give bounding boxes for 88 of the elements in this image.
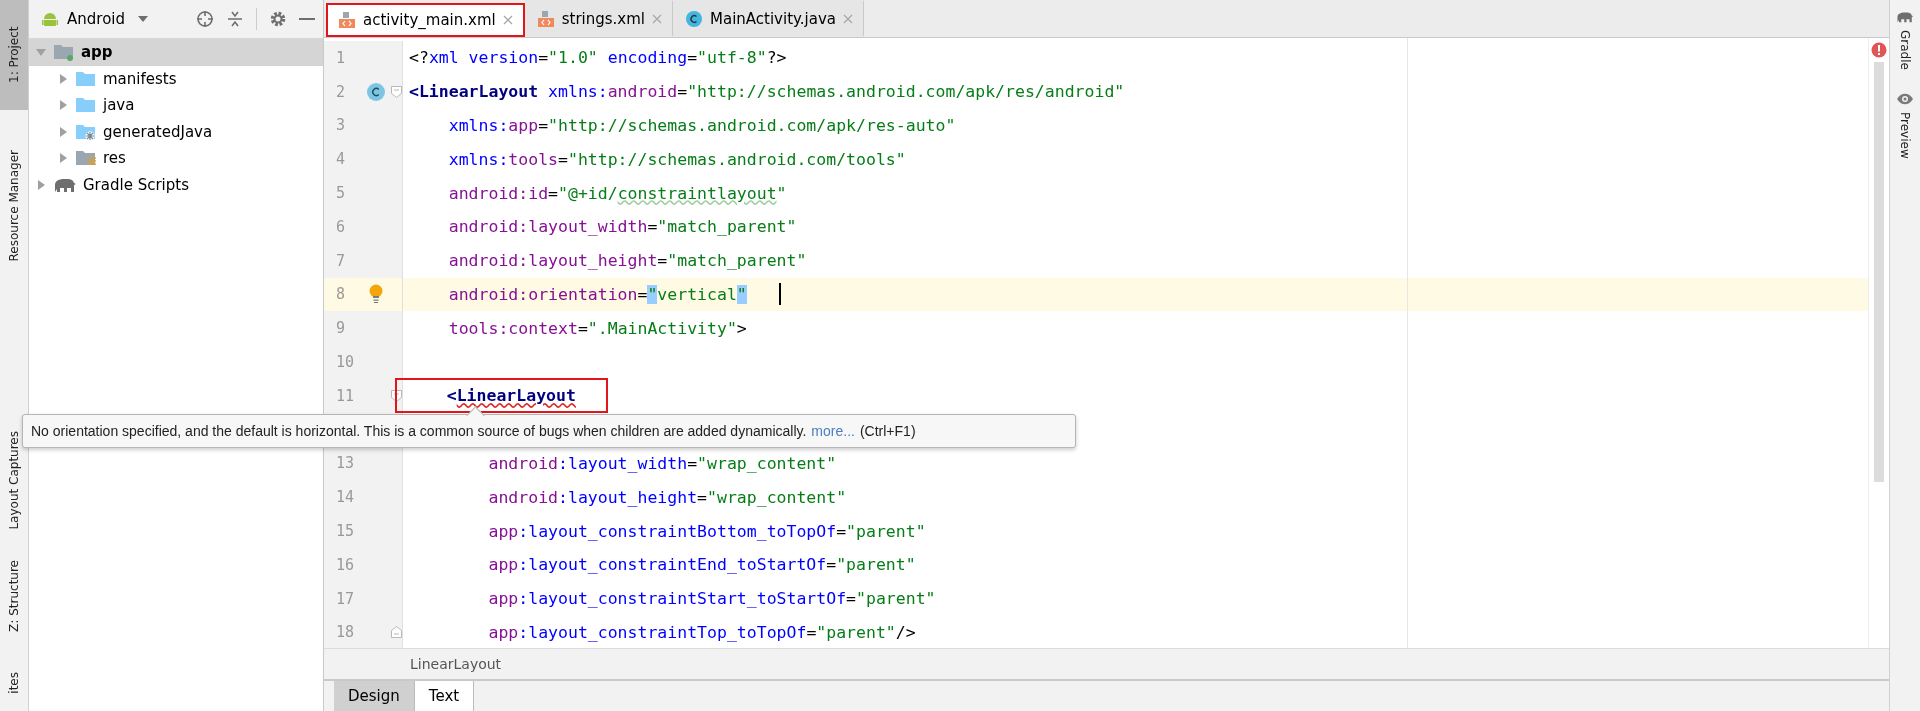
- code-line: app:layout_constraintTop_toTopOf="parent"/>: [487, 622, 916, 642]
- line-number: 16: [336, 555, 355, 574]
- line-number: 17: [336, 589, 355, 608]
- tree-item[interactable]: generatedJava: [29, 118, 323, 145]
- tool-window-tab[interactable]: 1: Project: [0, 0, 28, 110]
- line-number: 15: [336, 522, 355, 541]
- line-number: 6: [336, 217, 346, 236]
- view-mode-tab[interactable]: Design: [334, 681, 415, 711]
- line-number: 10: [336, 353, 355, 372]
- settings-icon[interactable]: [269, 10, 287, 28]
- code-line: <LinearLayout xmlns:android="http://schemas.android.com/apk/res/android": [409, 82, 1125, 102]
- module-folder-icon: [53, 43, 75, 62]
- breadcrumb[interactable]: LinearLayout: [410, 656, 502, 672]
- resource-folder-icon: [75, 149, 97, 168]
- line-number: 14: [336, 488, 355, 507]
- shortcut-hint: (Ctrl+F1): [859, 423, 916, 439]
- line-number: 7: [336, 251, 346, 270]
- code-line: xmlns:app="http://schemas.android.com/apk/res-auto": [447, 116, 956, 135]
- scrollbar[interactable]: [1874, 62, 1884, 482]
- line-number: 11: [336, 386, 355, 405]
- tree-item[interactable]: Gradle Scripts: [29, 171, 323, 198]
- class-icon[interactable]: [365, 81, 386, 102]
- code-line: <?xml version="1.0" encoding="utf-8"?>: [409, 48, 787, 68]
- tool-window-tab[interactable]: Layout Captures: [0, 421, 28, 541]
- tree-item[interactable]: app: [29, 39, 323, 66]
- xml-file-icon: [536, 9, 555, 28]
- android-icon: [41, 10, 59, 28]
- line-number: 3: [336, 116, 346, 135]
- code-line: xmlns:tools="http://schemas.android.com/tools": [447, 149, 906, 169]
- folder-icon: [75, 69, 97, 88]
- code-line: app:layout_constraintEnd_toStartOf="parent": [487, 555, 916, 575]
- tool-window-tab[interactable]: Resource Manager: [0, 140, 28, 272]
- editor-tab[interactable]: MainActivity.java: [673, 0, 864, 37]
- line-number: 18: [336, 623, 355, 642]
- line-number: 1: [336, 48, 346, 67]
- error-icon[interactable]: [1871, 42, 1887, 58]
- minimize-icon[interactable]: [299, 17, 315, 21]
- eye-icon: [1896, 91, 1914, 106]
- expander-icon[interactable]: [57, 72, 69, 85]
- generated-folder-icon: [75, 122, 97, 141]
- tool-window-tab[interactable]: Preview: [1890, 91, 1920, 159]
- line-number: 4: [336, 150, 346, 169]
- tree-item[interactable]: res: [29, 145, 323, 172]
- collapse-icon[interactable]: [226, 10, 244, 28]
- tool-window-tab[interactable]: Z: Structure: [0, 550, 28, 642]
- line-number: 5: [336, 184, 346, 203]
- code-line: android:orientation="vertical": [447, 285, 747, 304]
- code-line: android:layout_height="wrap_content": [487, 487, 847, 507]
- expander-icon[interactable]: [57, 99, 69, 112]
- tool-window-tab[interactable]: Gradle: [1890, 10, 1920, 70]
- caret-icon[interactable]: [137, 15, 149, 23]
- fold-icon[interactable]: [391, 626, 402, 639]
- code-line: app:layout_constraintBottom_toTopOf="parent": [487, 521, 926, 541]
- tooltip-text: No orientation specified, and the default is horizontal. This is a common source of bugs when children are added dynamically.: [31, 423, 807, 439]
- code-line: android:layout_height="match_parent": [447, 251, 807, 271]
- lightbulb-icon[interactable]: [367, 284, 384, 305]
- expander-icon[interactable]: [57, 152, 69, 165]
- editor-tab[interactable]: strings.xml: [524, 0, 673, 37]
- code-line: tools:context=".MainActivity">: [447, 318, 747, 338]
- editor-tab[interactable]: activity_main.xml: [326, 3, 525, 37]
- code-line: android:id="@+id/constraintlayout": [447, 183, 787, 203]
- more-link[interactable]: more...: [811, 423, 855, 439]
- line-number: 9: [336, 319, 346, 338]
- view-mode-tab[interactable]: Text: [414, 681, 475, 711]
- code-line: app:layout_constraintStart_toStartOf="parent": [487, 589, 936, 609]
- close-icon[interactable]: [502, 15, 513, 25]
- view-selector[interactable]: Android: [67, 10, 125, 28]
- text-cursor: [778, 283, 781, 306]
- tool-window-tab[interactable]: ites: [0, 661, 28, 704]
- tree-item[interactable]: java: [29, 92, 323, 119]
- class-icon: [685, 9, 703, 28]
- line-number: 13: [336, 454, 355, 473]
- xml-file-icon: [338, 11, 356, 29]
- fold-icon[interactable]: [391, 85, 402, 98]
- close-icon[interactable]: [652, 13, 662, 24]
- code-line: <LinearLayout: [445, 386, 576, 406]
- crosshair-icon[interactable]: [196, 10, 214, 28]
- close-icon[interactable]: [843, 13, 853, 24]
- expander-icon[interactable]: [35, 178, 47, 191]
- expander-icon[interactable]: [57, 125, 69, 138]
- elephant-icon: [1896, 10, 1914, 24]
- fold-icon[interactable]: [391, 389, 402, 402]
- line-number: 2: [336, 82, 346, 101]
- code-line: android:layout_width="wrap_content": [487, 453, 837, 473]
- tree-item[interactable]: manifests: [29, 65, 323, 92]
- code-line: android:layout_width="match_parent": [447, 217, 797, 237]
- line-number: 8: [336, 285, 346, 304]
- folder-icon: [75, 96, 97, 115]
